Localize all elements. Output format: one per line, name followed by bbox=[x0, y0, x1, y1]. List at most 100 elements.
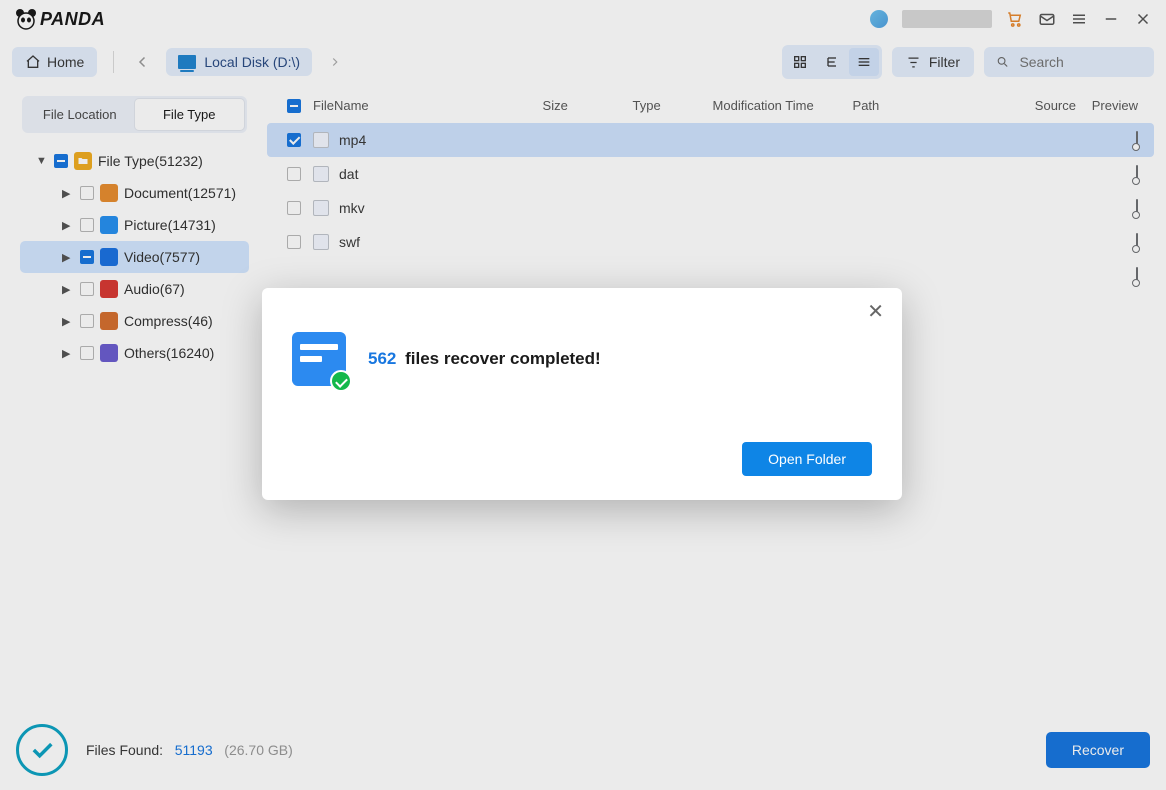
caret-right-icon: ▶ bbox=[62, 315, 74, 328]
row-checkbox[interactable] bbox=[287, 133, 301, 147]
tree-item[interactable]: ▶ Document(12571) bbox=[20, 177, 249, 209]
toolbar: Home Local Disk (D:\) Filter bbox=[0, 38, 1166, 86]
minimize-icon[interactable] bbox=[1102, 10, 1120, 28]
caret-right-icon: ▶ bbox=[62, 187, 74, 200]
tree-item[interactable]: ▶ Others(16240) bbox=[20, 337, 249, 369]
tree: ▼ File Type(51232) ▶ Document(12571) ▶ P… bbox=[12, 143, 257, 371]
checkbox[interactable] bbox=[80, 186, 94, 200]
footer-label: Files Found: bbox=[86, 742, 163, 758]
separator bbox=[113, 51, 114, 73]
footer: Files Found: 51193 (26.70 GB) Recover bbox=[0, 710, 1166, 790]
table-row[interactable]: swf bbox=[267, 225, 1154, 259]
tab-file-type[interactable]: File Type bbox=[135, 99, 245, 130]
tree-item-label: Picture(14731) bbox=[124, 217, 216, 233]
preview-icon[interactable] bbox=[1136, 233, 1138, 251]
recovered-count: 562 bbox=[368, 349, 396, 368]
tree-item[interactable]: ▶ Audio(67) bbox=[20, 273, 249, 305]
file-name: dat bbox=[339, 166, 358, 182]
sidebar: File Location File Type ▼ File Type(5123… bbox=[12, 88, 257, 712]
filter-button[interactable]: Filter bbox=[892, 47, 974, 77]
category-icon bbox=[100, 216, 118, 234]
tree-item-label: Others(16240) bbox=[124, 345, 214, 361]
tree-view-button[interactable] bbox=[817, 48, 847, 76]
disk-icon bbox=[178, 55, 196, 69]
file-icon bbox=[313, 132, 329, 148]
recovered-message: files recover completed! bbox=[405, 349, 601, 368]
search-input[interactable] bbox=[1019, 54, 1142, 70]
recovery-complete-dialog: ✕ 562 files recover completed! Open Fold… bbox=[262, 288, 902, 500]
disk-label: Local Disk (D:\) bbox=[204, 54, 300, 70]
header-filename[interactable]: FileName bbox=[313, 98, 543, 113]
preview-icon[interactable] bbox=[1136, 199, 1138, 217]
preview-icon[interactable] bbox=[1136, 131, 1138, 149]
header-size[interactable]: Size bbox=[543, 98, 633, 113]
header-source[interactable]: Source bbox=[996, 98, 1076, 113]
sidebar-tabs: File Location File Type bbox=[22, 96, 247, 133]
select-all-checkbox[interactable] bbox=[287, 99, 301, 113]
tab-file-location[interactable]: File Location bbox=[25, 99, 135, 130]
checkbox[interactable] bbox=[80, 346, 94, 360]
dialog-close-button[interactable]: ✕ bbox=[867, 302, 884, 322]
tree-item[interactable]: ▶ Picture(14731) bbox=[20, 209, 249, 241]
tree-root-label: File Type(51232) bbox=[98, 153, 203, 169]
file-icon bbox=[313, 234, 329, 250]
open-folder-button[interactable]: Open Folder bbox=[742, 442, 872, 476]
file-name: mkv bbox=[339, 200, 365, 216]
caret-right-icon: ▶ bbox=[62, 347, 74, 360]
hamburger-icon[interactable] bbox=[1070, 10, 1088, 28]
header-type[interactable]: Type bbox=[633, 98, 713, 113]
header-path[interactable]: Path bbox=[853, 98, 996, 113]
app-brand: PANDA bbox=[40, 9, 105, 30]
titlebar: PANDA bbox=[0, 0, 1166, 38]
cart-icon[interactable] bbox=[1006, 10, 1024, 28]
table-header: FileName Size Type Modification Time Pat… bbox=[267, 88, 1154, 123]
checkbox[interactable] bbox=[80, 282, 94, 296]
document-icon bbox=[292, 332, 346, 386]
category-icon bbox=[100, 312, 118, 330]
file-name: mp4 bbox=[339, 132, 366, 148]
success-badge-icon bbox=[330, 370, 352, 392]
chevron-right-icon bbox=[328, 55, 342, 69]
home-button[interactable]: Home bbox=[12, 47, 97, 77]
table-row[interactable]: mkv bbox=[267, 191, 1154, 225]
checkbox[interactable] bbox=[54, 154, 68, 168]
tree-item[interactable]: ▶ Compress(46) bbox=[20, 305, 249, 337]
footer-size: (26.70 GB) bbox=[224, 742, 292, 758]
back-button[interactable] bbox=[130, 49, 156, 75]
view-mode-group bbox=[782, 45, 882, 79]
category-icon bbox=[100, 184, 118, 202]
globe-icon[interactable] bbox=[870, 10, 888, 28]
row-checkbox[interactable] bbox=[287, 167, 301, 181]
caret-down-icon: ▼ bbox=[36, 155, 48, 167]
tree-root[interactable]: ▼ File Type(51232) bbox=[20, 145, 249, 177]
preview-icon[interactable] bbox=[1136, 267, 1138, 285]
caret-right-icon: ▶ bbox=[62, 219, 74, 232]
tree-item-label: Video(7577) bbox=[124, 249, 200, 265]
filter-label: Filter bbox=[929, 54, 960, 70]
category-icon bbox=[100, 280, 118, 298]
panda-icon bbox=[14, 7, 38, 31]
grid-view-button[interactable] bbox=[785, 48, 815, 76]
breadcrumb-disk[interactable]: Local Disk (D:\) bbox=[166, 48, 312, 76]
row-checkbox[interactable] bbox=[287, 235, 301, 249]
checkbox[interactable] bbox=[80, 250, 94, 264]
scan-complete-icon bbox=[16, 724, 68, 776]
tree-item[interactable]: ▶ Video(7577) bbox=[20, 241, 249, 273]
close-icon[interactable] bbox=[1134, 10, 1152, 28]
table-row[interactable]: dat bbox=[267, 157, 1154, 191]
file-name: swf bbox=[339, 234, 360, 250]
header-modtime[interactable]: Modification Time bbox=[713, 98, 853, 113]
list-view-button[interactable] bbox=[849, 48, 879, 76]
preview-icon[interactable] bbox=[1136, 165, 1138, 183]
table-row[interactable]: mp4 bbox=[267, 123, 1154, 157]
caret-right-icon: ▶ bbox=[62, 283, 74, 296]
search-field[interactable] bbox=[984, 47, 1154, 77]
checkbox[interactable] bbox=[80, 218, 94, 232]
recover-button[interactable]: Recover bbox=[1046, 732, 1150, 768]
checkbox[interactable] bbox=[80, 314, 94, 328]
header-preview[interactable]: Preview bbox=[1076, 98, 1146, 113]
file-icon bbox=[313, 166, 329, 182]
row-checkbox[interactable] bbox=[287, 201, 301, 215]
mail-icon[interactable] bbox=[1038, 10, 1056, 28]
folder-icon bbox=[74, 152, 92, 170]
